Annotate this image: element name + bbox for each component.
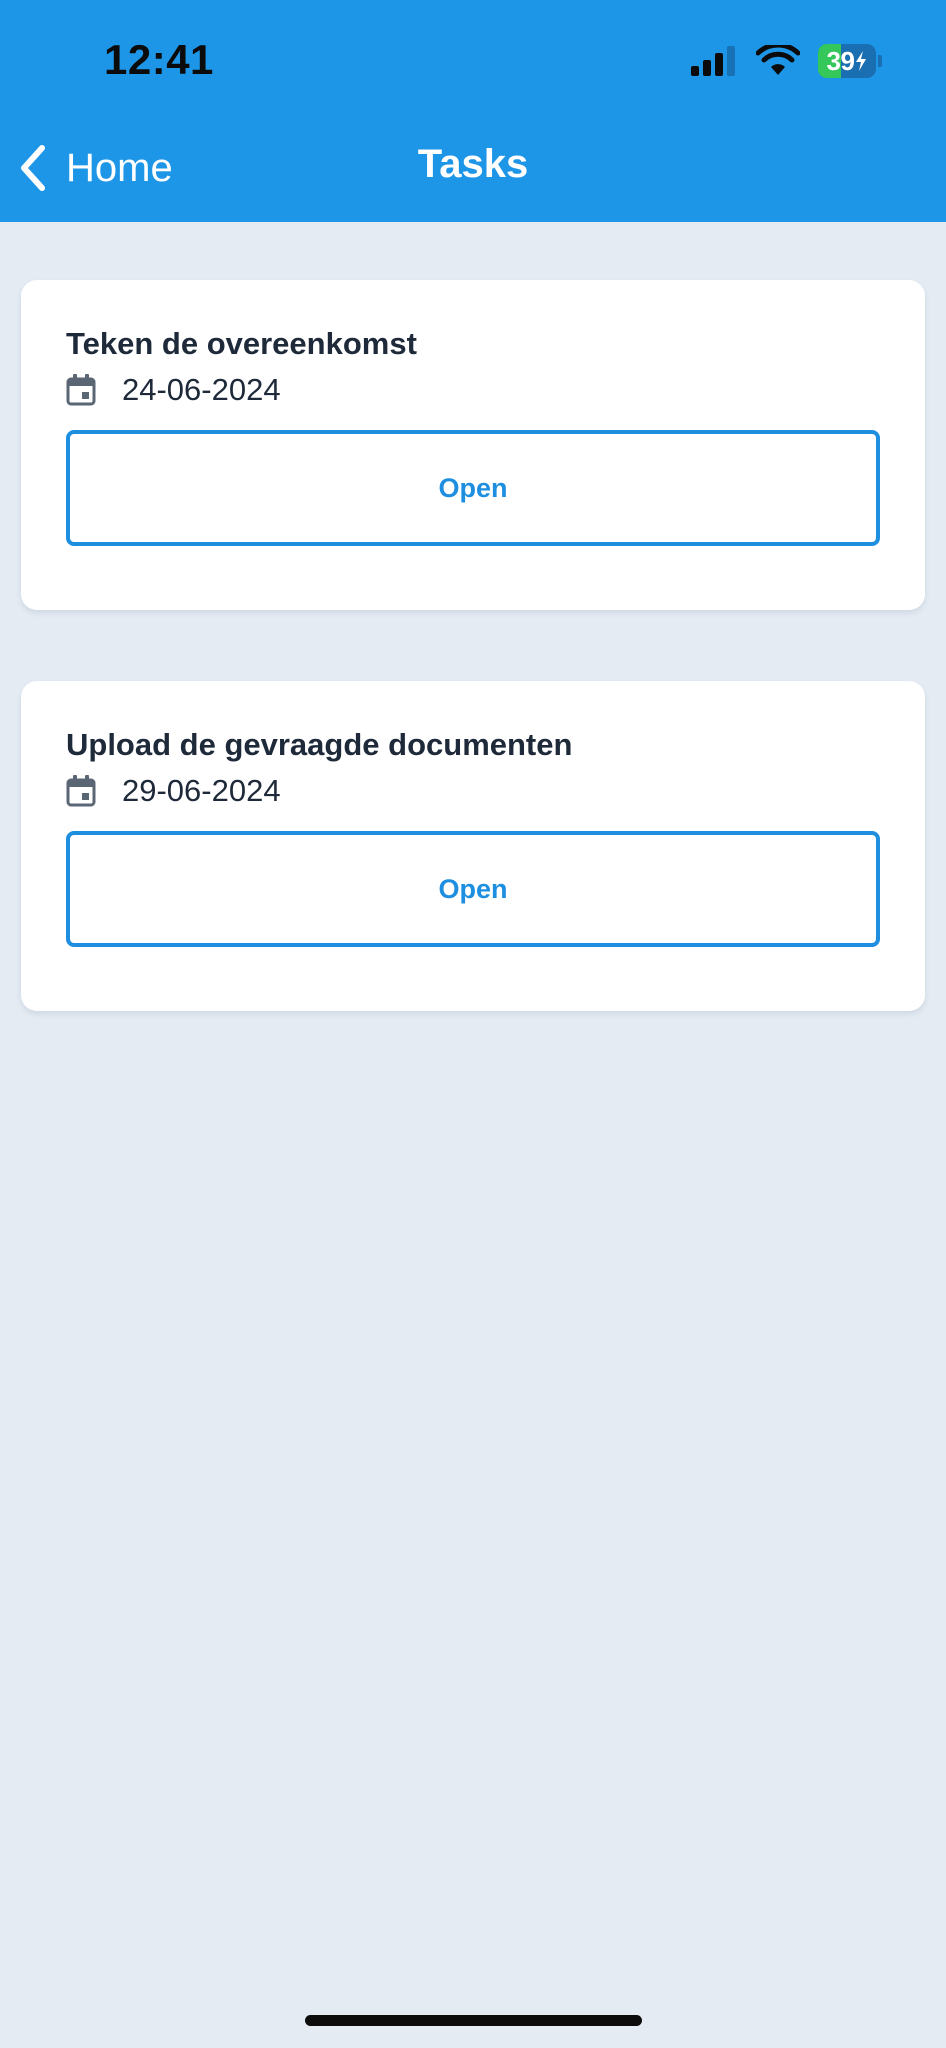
task-due-date: 24-06-2024 xyxy=(122,372,281,407)
battery-charging-icon: 39 xyxy=(818,44,876,78)
task-card: Teken de overeenkomst 24-06-2024 Open xyxy=(21,280,925,610)
battery: 39 xyxy=(818,44,882,78)
battery-level: 39 xyxy=(826,45,855,76)
task-card: Upload de gevraagde documenten 29-06-202… xyxy=(21,681,925,1011)
open-button-label: Open xyxy=(438,873,508,904)
open-task-button[interactable]: Open xyxy=(66,831,880,947)
open-button-label: Open xyxy=(438,472,508,503)
home-indicator[interactable] xyxy=(305,2015,642,2026)
calendar-icon xyxy=(66,374,96,406)
calendar-icon xyxy=(66,775,96,807)
signal-icon xyxy=(691,46,735,76)
battery-cap xyxy=(878,55,882,67)
header-bar: 12:41 39 Home Tasks xyxy=(0,0,946,222)
task-title: Upload de gevraagde documenten xyxy=(66,727,573,762)
task-date-row: 29-06-2024 xyxy=(66,773,281,809)
task-title: Teken de overeenkomst xyxy=(66,326,417,361)
page-title: Tasks xyxy=(417,142,529,186)
bolt-icon xyxy=(856,51,867,71)
wifi-icon xyxy=(756,45,800,75)
task-date-row: 24-06-2024 xyxy=(66,372,281,408)
task-due-date: 29-06-2024 xyxy=(122,773,281,808)
status-time: 12:41 xyxy=(104,36,214,83)
tasks-screen: 12:41 39 Home Tasks Teken de overeenkoms… xyxy=(0,0,946,2048)
open-task-button[interactable]: Open xyxy=(66,430,880,546)
status-icons: 39 xyxy=(690,44,882,78)
